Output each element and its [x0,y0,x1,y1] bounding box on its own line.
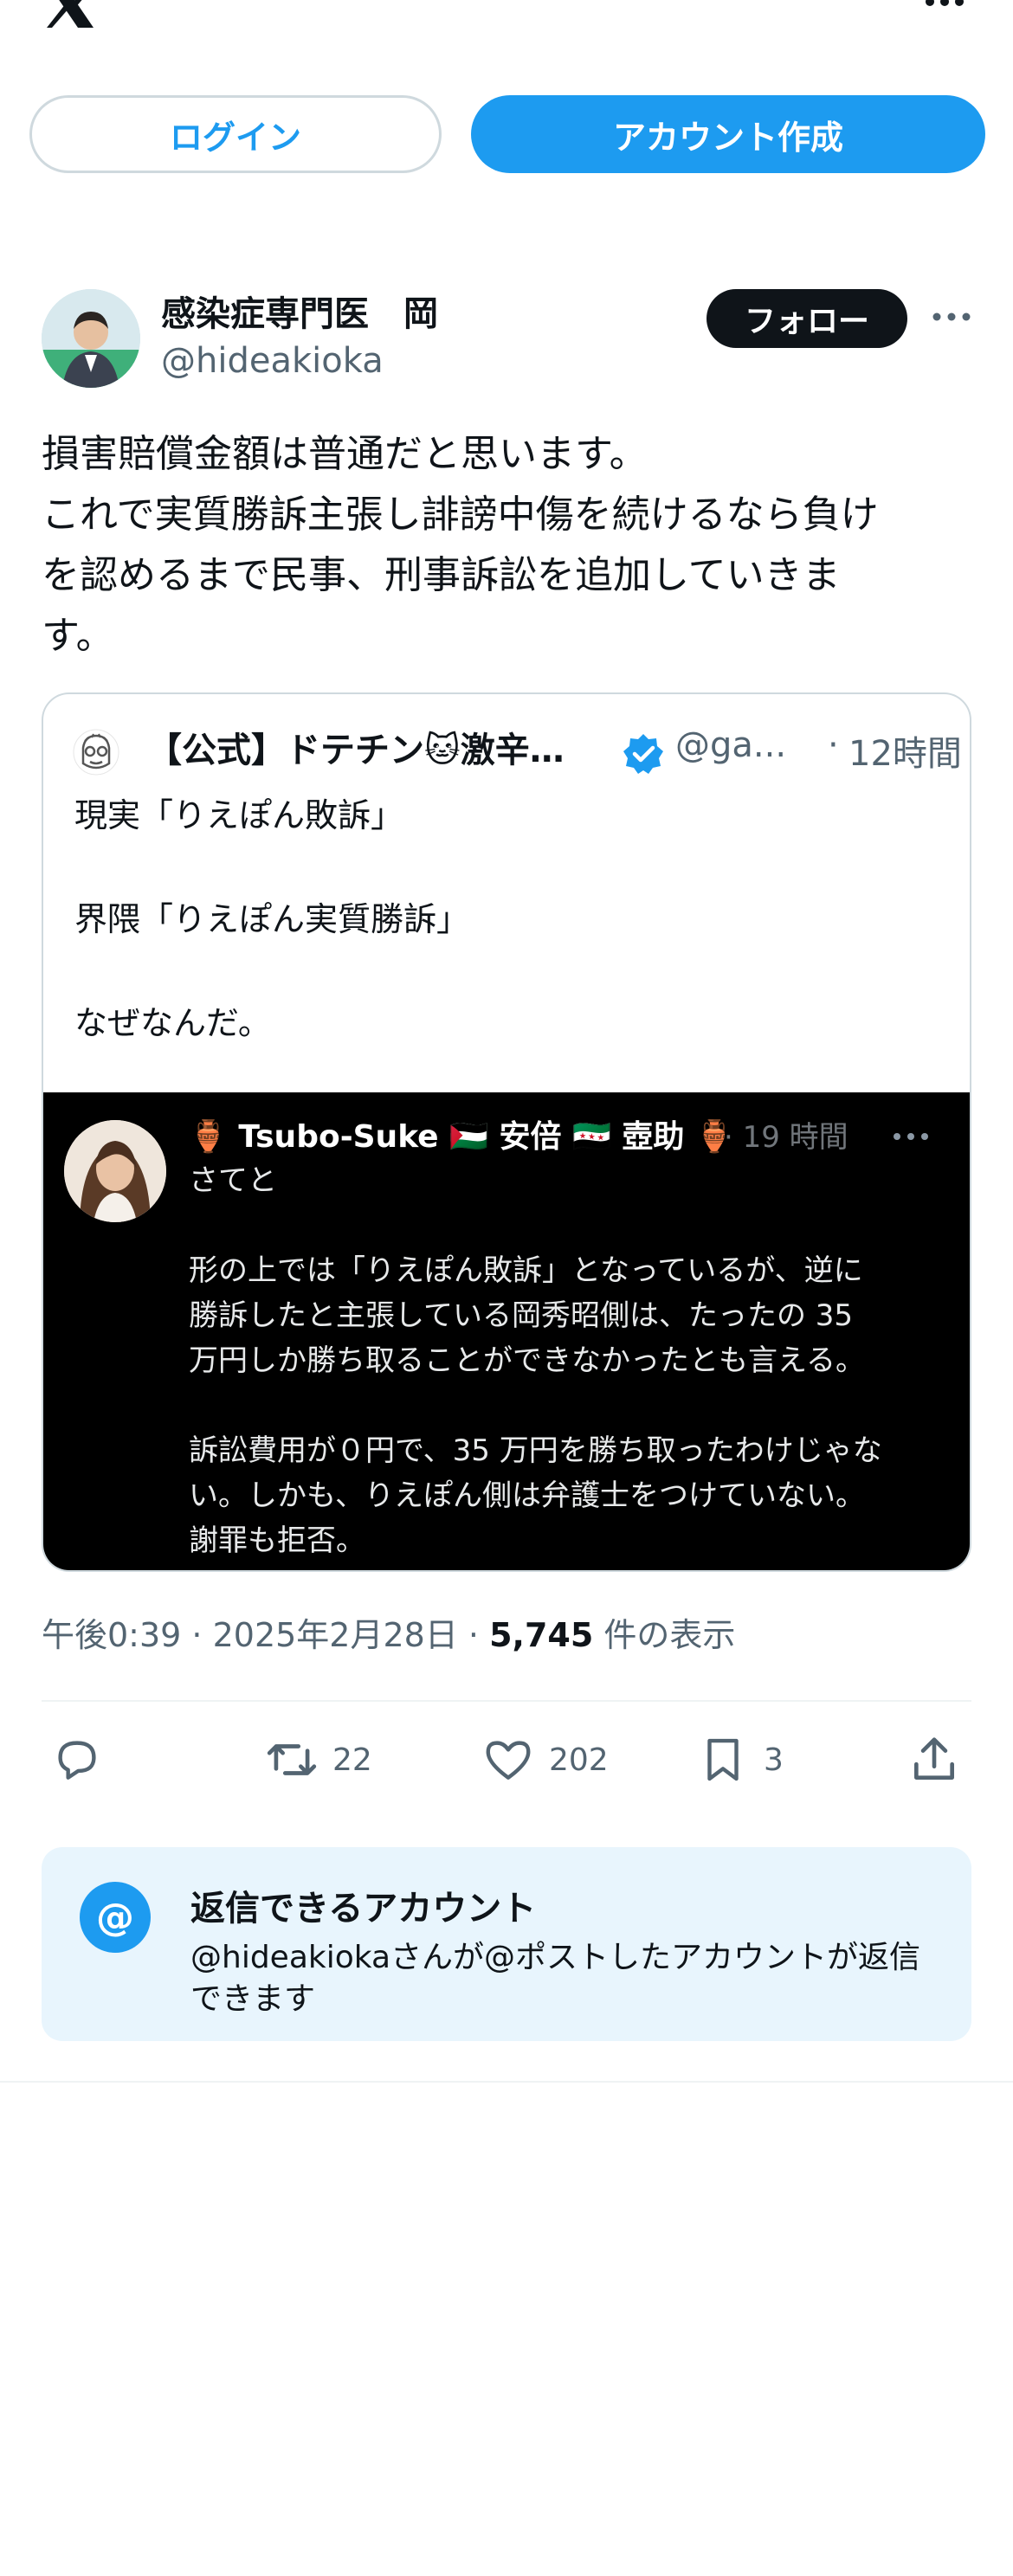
media-text: さてと 形の上では「りえぽん敗訴」となっているが、逆に 勝訴したと主張している岡… [189,1158,959,1563]
media-line: さてと [189,1163,277,1198]
more-options-icon[interactable] [930,308,973,325]
retweet-count: 22 [332,1742,372,1778]
bookmark-count: 3 [764,1742,784,1778]
media-timestamp: · 19 時間 [724,1120,848,1155]
author-handle[interactable]: @hideakioka [161,341,384,381]
like-count: 202 [549,1742,609,1778]
quote-separator: · [828,725,839,765]
meta-separator: · [457,1616,490,1654]
tweet-line: を認めるまで民事、刑事訴訟を追加していきま [42,553,841,597]
follow-button[interactable]: フォロー [707,289,907,348]
reply-settings-box: @ 返信できるアカウント @hideakiokaさんが@ポストしたアカウントが返… [42,1847,971,2041]
author-avatar[interactable] [42,289,140,388]
bookmark-button[interactable]: 3 [696,1729,784,1790]
reply-settings-description: @hideakiokaさんが@ポストしたアカウントが返信できます [190,1940,921,2017]
reply-settings-title: 返信できるアカウント [190,1889,537,1929]
quote-line: 現実「りえぽん敗訴」 [74,796,404,834]
media-author-header: 🏺 Tsubo-Suke 🇵🇸 安倍 🇸🇾 壺助 🏺 [189,1119,734,1155]
quote-media-image[interactable]: 🏺 Tsubo-Suke 🇵🇸 安倍 🇸🇾 壺助 🏺 · 19 時間 さてと 形… [43,1092,970,1570]
tweet-meta: 午後0:39 · 2025年2月28日 · 5,745 件の表示 [42,1608,735,1656]
media-line: い。しかも、りえぽん側は弁護士をつけていない。 [189,1478,865,1513]
author-name[interactable]: 感染症専門医 岡 [161,286,438,336]
meta-separator: · [181,1616,213,1654]
quote-line: なぜなんだ。 [74,1004,271,1042]
tweet-line: これで実質勝訴主張し誹謗中傷を続けるなら負け [42,493,879,537]
share-icon [914,1737,954,1780]
x-logo-icon[interactable] [43,0,99,28]
media-line [189,1383,959,1428]
verified-badge-icon [623,734,663,774]
tweet-line: 損害賠償金額は普通だと思います。 [42,432,648,476]
quote-avatar [73,729,119,776]
view-count: 5,745 [489,1616,594,1654]
media-line [189,1203,959,1248]
media-avatar [64,1120,166,1222]
quote-text: 現実「りえぽん敗訴」 界隈「りえぽん実質勝訴」 なぜなんだ。 [74,789,469,1049]
more-horizontal-icon[interactable] [923,0,966,12]
tweet-date[interactable]: 2025年2月28日 [213,1616,458,1654]
media-line: 万円しか勝ち取ることができなかったとも言える。 [189,1343,865,1378]
tweet-line: す。 [42,614,114,658]
divider [0,2081,1013,2083]
quoted-tweet[interactable]: 【公式】ドテチン🐱激辛… @ga... · 12時間 現実「りえぽん敗訴」 界隈… [42,692,971,1572]
quote-author-name[interactable]: 【公式】ドテチン🐱激辛… [147,722,642,772]
signup-button[interactable]: アカウント作成 [471,95,985,173]
reply-icon [58,1741,96,1780]
tweet-text: 損害賠償金額は普通だと思います。 これで実質勝訴主張し誹謗中傷を続けるなら負け … [42,424,977,667]
at-sign-icon: @ [80,1882,151,1953]
quote-line [74,841,469,893]
heart-icon [486,1741,531,1780]
quote-timestamp[interactable]: 12時間 [848,725,962,776]
tweet-time[interactable]: 午後0:39 [42,1616,181,1654]
login-button[interactable]: ログイン [29,95,442,173]
media-line: 形の上では「りえぽん敗訴」となっているが、逆に [189,1253,863,1288]
retweet-button[interactable]: 22 [265,1729,372,1790]
media-line: 訴訟費用が０円で、35 万円を勝ち取ったわけじゃな [189,1433,882,1468]
bookmark-icon [707,1738,739,1781]
quote-author-handle[interactable]: @ga... [675,725,824,765]
view-count-label: 件の表示 [593,1616,736,1654]
like-button[interactable]: 202 [481,1729,609,1790]
retweet-icon [267,1744,317,1775]
quote-line: 界隈「りえぽん実質勝訴」 [74,900,470,938]
divider [42,1700,971,1702]
reply-button[interactable] [50,1729,118,1790]
media-line: 謝罪も拒否。 [189,1523,365,1558]
media-line: 勝訴したと主張している岡秀昭側は、たったの 35 [189,1298,854,1333]
share-button[interactable] [907,1729,961,1790]
quote-line [74,945,469,997]
media-more-icon [894,1133,928,1140]
